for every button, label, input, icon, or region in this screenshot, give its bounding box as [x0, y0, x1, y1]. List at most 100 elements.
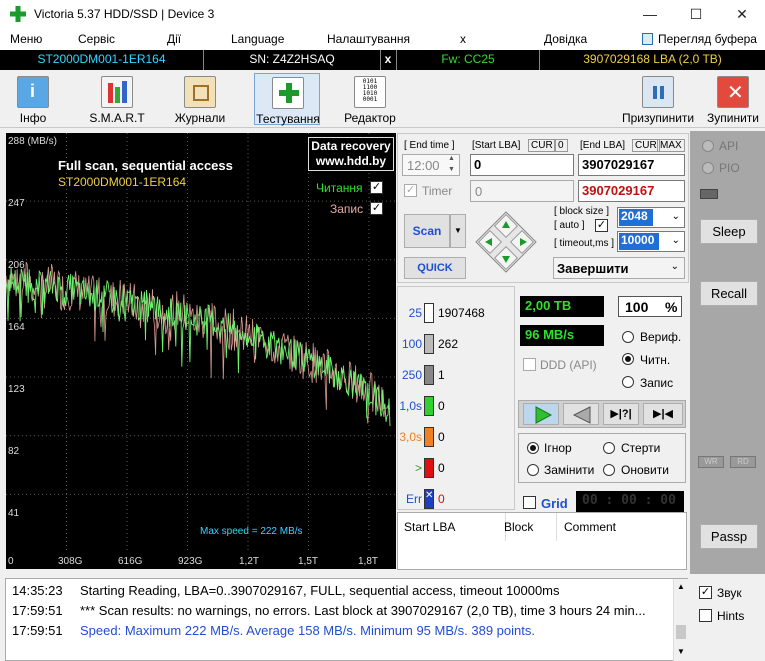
menu-actions[interactable]: Дії — [167, 32, 181, 46]
hints-checkbox[interactable] — [699, 609, 712, 622]
stat-threshold-label: 3,0s — [399, 430, 422, 444]
menu-service[interactable]: Сервіс — [78, 32, 115, 46]
graph-canvas — [6, 133, 396, 553]
col-block[interactable]: Block — [504, 520, 533, 534]
end-lba-input[interactable]: 3907029167 — [578, 154, 685, 176]
event-log[interactable]: 14:35:23 Starting Reading, LBA=0..3907029… — [5, 578, 688, 661]
y-tick: 247 — [8, 198, 25, 209]
end-max-button[interactable]: MAX — [657, 139, 685, 152]
stat-color-swatch: ✕ — [424, 489, 434, 509]
start-zero-button[interactable]: 0 — [554, 139, 568, 152]
start-lba-input[interactable]: 0 — [470, 154, 574, 176]
menu-help[interactable]: Довідка — [544, 32, 587, 46]
menu-language[interactable]: Language — [231, 32, 284, 46]
y-tick: 41 — [8, 508, 20, 519]
scroll-up-icon: ▲ — [677, 582, 685, 591]
ignore-radio[interactable] — [527, 442, 539, 454]
write-radio[interactable] — [622, 376, 634, 388]
sleep-button[interactable]: Sleep — [700, 219, 758, 244]
grid-checkbox[interactable] — [523, 496, 536, 509]
testing-icon — [272, 77, 304, 109]
menu-buffer-view[interactable]: Перегляд буфера — [658, 32, 757, 46]
scroll-down-icon: ▼ — [677, 647, 685, 656]
timeout-label: [ timeout,ms ] — [554, 238, 615, 249]
write-legend-checkbox[interactable]: ✓ — [370, 202, 383, 215]
passp-button[interactable]: Passp — [700, 524, 758, 549]
wr-button[interactable]: WR — [698, 456, 724, 468]
menu-close-x[interactable]: x — [460, 32, 466, 46]
pio-radio[interactable] — [702, 162, 714, 174]
timer-checkbox[interactable]: ✓ — [404, 184, 417, 197]
x-tick: 1,8T — [358, 556, 379, 567]
logs-button[interactable]: Журнали — [167, 73, 233, 125]
sound-label: Звук — [717, 586, 742, 600]
erase-radio[interactable] — [603, 442, 615, 454]
api-label: API — [719, 139, 739, 153]
menu-main[interactable]: Меню — [10, 32, 42, 46]
recall-button[interactable]: Recall — [700, 281, 758, 306]
menu-settings[interactable]: Налаштування — [327, 32, 410, 46]
log-scrollbar[interactable]: ▲ ▼ — [673, 579, 688, 661]
ddd-api-checkbox[interactable] — [523, 358, 536, 371]
end-cur-button[interactable]: CUR — [632, 139, 660, 152]
remap-radio[interactable] — [527, 464, 539, 476]
speed-display: 96 MB/s — [520, 325, 604, 346]
info-button[interactable]: i Інфо — [0, 73, 66, 125]
promo-box[interactable]: Data recovery www.hdd.by — [308, 137, 394, 171]
remap-label: Замінити — [544, 463, 595, 477]
finish-action-select[interactable]: Завершити ⌄ — [553, 257, 685, 279]
refresh-radio[interactable] — [603, 464, 615, 476]
rewind-icon[interactable] — [563, 403, 599, 425]
grid-label: Grid — [541, 496, 568, 511]
stat-count: 1907468 — [438, 306, 485, 320]
end-skip-icon[interactable]: ▶|◀ — [643, 403, 683, 425]
close-button[interactable]: ✕ — [719, 0, 765, 29]
col-comment[interactable]: Comment — [564, 520, 616, 534]
timer-input[interactable]: 0 — [470, 180, 574, 202]
defects-table[interactable]: Start LBA Block Comment — [397, 512, 687, 570]
auto-checkbox[interactable]: ✓ — [595, 219, 608, 232]
col-start-lba[interactable]: Start LBA — [404, 520, 455, 534]
y-tick: 82 — [8, 446, 20, 457]
read-legend-checkbox[interactable]: ✓ — [370, 181, 383, 194]
step-break-icon[interactable]: ▶|?| — [603, 403, 639, 425]
scan-button[interactable]: Scan — [404, 214, 450, 248]
write-label: Запис — [640, 376, 674, 390]
rd-button[interactable]: RD — [730, 456, 756, 468]
maximize-button[interactable]: ☐ — [673, 0, 719, 29]
smart-button[interactable]: S.M.A.R.T — [84, 73, 150, 125]
minimize-button[interactable]: — — [627, 0, 673, 29]
info-icon: i — [17, 76, 49, 108]
close-drive-button[interactable]: x — [381, 52, 395, 66]
menu-bar: Меню Сервіс Дії Language Налаштування x … — [0, 29, 765, 50]
scan-dropdown-icon[interactable]: ▼ — [450, 214, 466, 248]
chevron-down-icon: ⌄ — [670, 261, 679, 272]
editor-button[interactable]: 0101 1100 1010 0001 Редактор — [337, 73, 403, 125]
erase-label: Стерти — [621, 441, 661, 455]
end-lba-current-input[interactable]: 3907029167 — [578, 180, 685, 202]
read-label: Читн. — [640, 353, 671, 367]
x-tick: 923G — [178, 556, 203, 567]
block-size-label: [ block size ] — [554, 206, 610, 217]
stop-button[interactable]: ✕ Зупинити — [700, 73, 765, 125]
quick-button[interactable]: QUICK — [404, 257, 466, 279]
drive-capacity: 3907029168 LBA (2,0 TB) — [583, 52, 722, 66]
pause-button[interactable]: Призупинити — [622, 73, 694, 125]
time-spin-down-icon[interactable]: ▼ — [448, 166, 455, 173]
testing-button[interactable]: Тестування — [254, 73, 320, 126]
time-spin-up-icon[interactable]: ▲ — [448, 155, 455, 162]
grid-timer: 00 : 00 : 00 — [576, 491, 684, 512]
api-radio[interactable] — [702, 140, 714, 152]
play-icon[interactable] — [523, 403, 559, 425]
verify-radio[interactable] — [622, 331, 634, 343]
block-size-select[interactable]: 2048 ⌄ — [617, 207, 685, 228]
scroll-thumb — [676, 625, 686, 639]
sound-checkbox[interactable]: ✓ — [699, 586, 712, 599]
toolbar: i Інфо S.M.A.R.T Журнали Тестування 0101… — [0, 70, 765, 128]
title-bar: Victoria 5.37 HDD/SSD | Device 3 — ☐ ✕ — [0, 0, 765, 29]
scan-speed-graph: 288 (MB/s) 247 206 164 123 82 41 0 308G … — [6, 133, 396, 569]
timeout-select[interactable]: 10000 ⌄ — [617, 231, 685, 252]
start-cur-button[interactable]: CUR — [528, 139, 556, 152]
read-radio[interactable] — [622, 353, 634, 365]
verify-label: Вериф. — [640, 330, 682, 344]
